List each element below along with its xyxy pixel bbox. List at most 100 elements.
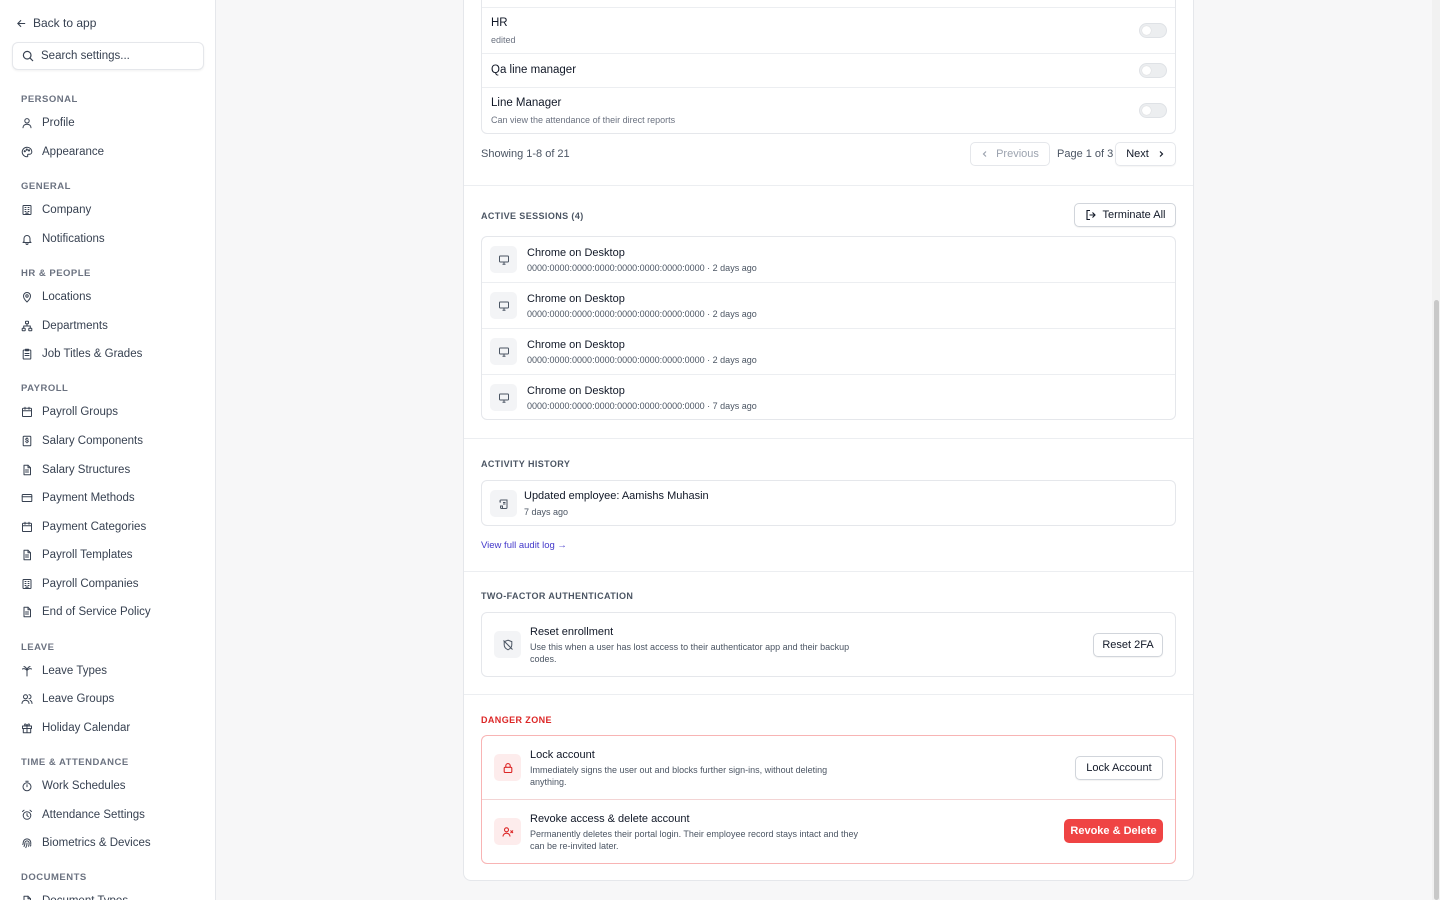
sidebar-item-job-titles-and-grades[interactable]: Job Titles & Grades — [21, 348, 142, 360]
sidebar-item-label: Leave Groups — [42, 693, 115, 705]
sidebar-item-icon — [21, 291, 33, 303]
building-icon — [22, 205, 32, 215]
revoke-and-delete-button[interactable]: Revoke & Delete — [1064, 819, 1163, 843]
dollar-doc-icon — [22, 435, 32, 447]
revoke-account-description: Permanently deletes their portal login. … — [530, 829, 859, 851]
reset-2fa-button[interactable]: Reset 2FA — [1093, 633, 1163, 657]
alarm-clock-icon — [22, 809, 32, 820]
calendar-icon — [22, 521, 32, 533]
sidebar-item-profile[interactable]: Profile — [21, 117, 75, 129]
sidebar-item-icon — [21, 406, 33, 418]
sidebar-item-end-of-service-policy[interactable]: End of Service Policy — [21, 606, 151, 618]
role-row-partial — [482, 0, 1175, 8]
role-name: Line Manager — [491, 97, 562, 109]
previous-page-button[interactable]: Previous — [970, 142, 1050, 166]
shield-off-icon — [502, 639, 513, 650]
sidebar-item-label: Departments — [42, 320, 108, 332]
revoke-account-title: Revoke access & delete account — [530, 813, 690, 825]
session-row: Chrome on Desktop 0000:0000:0000:0000:000… — [482, 375, 1175, 419]
role-name: HR — [491, 17, 508, 29]
session-detail: 0000:0000:0000:0000:0000:0000:0000:0000 … — [527, 309, 757, 319]
sidebar-item-label: Appearance — [42, 146, 105, 158]
sidebar-item-leave-groups[interactable]: Leave Groups — [21, 693, 114, 705]
page-scrollbar[interactable] — [1432, 0, 1440, 900]
scrollbar-thumb[interactable] — [1434, 300, 1439, 900]
next-page-button[interactable]: Next — [1115, 142, 1176, 166]
role-toggle-hr[interactable] — [1139, 23, 1167, 38]
page-indicator: Page 1 of 3 — [1057, 148, 1114, 160]
sidebar-item-icon — [21, 320, 33, 332]
map-pin-icon — [23, 292, 31, 303]
user-settings-card: HR edited Qa line manager Line Manager C… — [463, 0, 1194, 881]
reset-2fa-label: Reset 2FA — [1102, 639, 1154, 651]
revoke-account-row: Revoke access & delete account Permanent… — [482, 800, 1175, 863]
chevron-right-icon — [1159, 151, 1164, 157]
gift-icon — [22, 723, 32, 734]
divider — [464, 185, 1193, 186]
nav-section-title: TIME & ATTENDANCE — [21, 757, 129, 768]
sidebar-item-payroll-companies[interactable]: Payroll Companies — [21, 578, 139, 590]
palette-icon — [21, 146, 33, 158]
sidebar-item-label: Salary Structures — [42, 464, 131, 476]
active-sessions-title: ACTIVE SESSIONS (4) — [481, 211, 584, 221]
session-detail: 0000:0000:0000:0000:0000:0000:0000:0000 … — [527, 263, 757, 273]
sidebar-item-leave-types[interactable]: Leave Types — [21, 665, 107, 677]
role-toggle-line-manager[interactable] — [1139, 103, 1167, 118]
clipboard-icon — [22, 348, 32, 360]
monitor-icon — [498, 301, 509, 311]
sidebar-item-icon — [21, 233, 33, 245]
sidebar-item-icon — [21, 895, 33, 900]
sidebar-item-icon — [21, 780, 33, 792]
document-icon — [23, 606, 31, 618]
back-to-app-link[interactable]: Back to app — [16, 16, 96, 30]
sidebar-item-icon — [21, 435, 33, 447]
sidebar-item-label: Document Types — [42, 895, 128, 900]
danger-zone-box: Lock account Immediately signs the user … — [481, 735, 1176, 864]
sidebar-item-company[interactable]: Company — [21, 204, 91, 216]
sidebar-item-holiday-calendar[interactable]: Holiday Calendar — [21, 722, 130, 734]
session-device: Chrome on Desktop — [527, 339, 625, 351]
lock-icon — [503, 762, 512, 773]
sidebar-item-payroll-templates[interactable]: Payroll Templates — [21, 549, 133, 561]
lock-icon-tile — [494, 754, 521, 781]
terminate-all-button[interactable]: Terminate All — [1074, 203, 1176, 227]
sidebar-item-notifications[interactable]: Notifications — [21, 233, 105, 245]
arrow-left-icon — [17, 19, 26, 27]
sidebar-item-payment-methods[interactable]: Payment Methods — [21, 492, 135, 504]
sidebar-item-attendance-settings[interactable]: Attendance Settings — [21, 809, 145, 821]
sidebar-item-icon — [21, 549, 33, 561]
lock-account-button[interactable]: Lock Account — [1075, 756, 1163, 780]
sidebar-item-biometrics-and-devices[interactable]: Biometrics & Devices — [21, 837, 151, 849]
two-factor-icon-tile — [494, 631, 521, 658]
search-settings-input[interactable] — [41, 50, 191, 62]
sidebar-item-icon — [21, 837, 33, 849]
sidebar-item-salary-structures[interactable]: Salary Structures — [21, 464, 130, 476]
previous-label: Previous — [996, 148, 1039, 160]
role-toggle-qa-line-manager[interactable] — [1139, 63, 1167, 78]
sidebar-item-label: Payroll Companies — [42, 578, 139, 590]
scroll-log-icon — [499, 499, 507, 509]
sidebar-item-salary-components[interactable]: Salary Components — [21, 435, 143, 447]
sidebar-item-work-schedules[interactable]: Work Schedules — [21, 780, 126, 792]
sidebar-item-locations[interactable]: Locations — [21, 291, 91, 303]
sidebar-item-departments[interactable]: Departments — [21, 320, 108, 332]
activity-list: Updated employee: Aamishs Muhasin 7 days… — [481, 480, 1176, 526]
document-icon — [23, 464, 31, 476]
sidebar-item-payroll-groups[interactable]: Payroll Groups — [21, 406, 118, 418]
sidebar-item-appearance[interactable]: Appearance — [21, 146, 104, 158]
back-to-app-label: Back to app — [33, 16, 97, 30]
sidebar-item-icon — [21, 348, 33, 360]
document-icon — [23, 895, 31, 900]
sidebar-item-payment-categories[interactable]: Payment Categories — [21, 521, 146, 533]
monitor-icon — [498, 347, 509, 357]
sidebar-item-document-types[interactable]: Document Types — [21, 895, 128, 900]
sidebar-item-label: Payment Categories — [42, 521, 147, 533]
search-box[interactable] — [12, 42, 204, 70]
session-device: Chrome on Desktop — [527, 293, 625, 305]
monitor-icon — [498, 393, 509, 403]
session-row: Chrome on Desktop 0000:0000:0000:0000:000… — [482, 329, 1175, 375]
view-full-audit-log-link[interactable]: View full audit log → — [481, 540, 567, 551]
revoke-icon-tile — [494, 818, 521, 845]
role-row: HR edited — [482, 8, 1175, 54]
users-icon — [21, 694, 33, 704]
